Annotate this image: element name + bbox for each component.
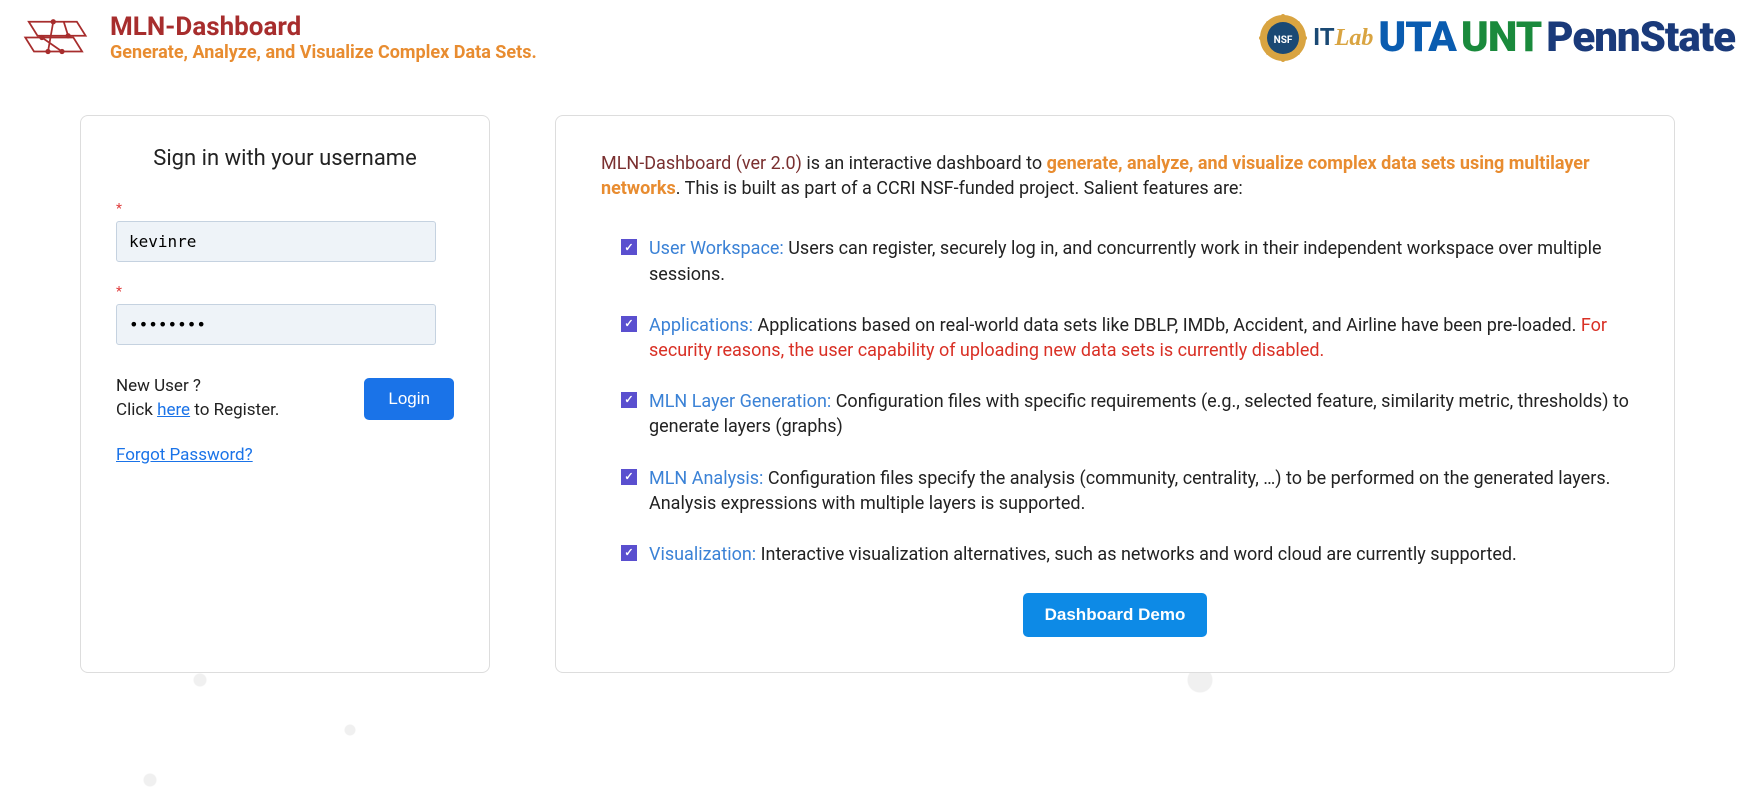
- password-required-star: *: [116, 284, 454, 300]
- password-input[interactable]: [116, 304, 436, 345]
- register-link[interactable]: here: [157, 400, 190, 420]
- feature-item: Visualization: Interactive visualization…: [621, 542, 1629, 567]
- header-title-block: MLN-Dashboard Generate, Analyze, and Vis…: [110, 12, 537, 63]
- unt-logo: UNT: [1461, 13, 1541, 62]
- feature-item: Applications: Applications based on real…: [621, 313, 1629, 363]
- check-icon: [621, 545, 637, 561]
- feature-item: User Workspace: Users can register, secu…: [621, 236, 1629, 286]
- check-icon: [621, 469, 637, 485]
- demo-button-wrap: Dashboard Demo: [601, 593, 1629, 637]
- pennstate-logo: PennState: [1546, 13, 1735, 62]
- dashboard-demo-button[interactable]: Dashboard Demo: [1023, 593, 1208, 637]
- login-button[interactable]: Login: [364, 378, 454, 420]
- main-content: Sign in with your username * * New User …: [0, 75, 1755, 673]
- check-icon: [621, 316, 637, 332]
- intro-paragraph: MLN-Dashboard (ver 2.0) is an interactiv…: [601, 151, 1629, 201]
- feature-item: MLN Layer Generation: Configuration file…: [621, 389, 1629, 439]
- login-card: Sign in with your username * * New User …: [80, 115, 490, 673]
- forgot-password-link[interactable]: Forgot Password?: [116, 445, 253, 465]
- uta-logo: UTA: [1378, 13, 1456, 62]
- feature-list: User Workspace: Users can register, secu…: [601, 236, 1629, 567]
- header-left: MLN-Dashboard Generate, Analyze, and Vis…: [20, 10, 537, 65]
- feature-item: MLN Analysis: Configuration files specif…: [621, 466, 1629, 516]
- info-card: MLN-Dashboard (ver 2.0) is an interactiv…: [555, 115, 1675, 673]
- itlab-logo: ITLab: [1313, 23, 1373, 52]
- svg-text:NSF: NSF: [1274, 35, 1293, 46]
- check-icon: [621, 392, 637, 408]
- header-logos: NSF ITLab UTA UNT PennState: [1258, 13, 1735, 63]
- new-user-text: New User ? Click here to Register.: [116, 375, 279, 423]
- mln-logo-icon: [20, 10, 90, 65]
- app-subtitle: Generate, Analyze, and Visualize Complex…: [110, 42, 537, 63]
- login-title: Sign in with your username: [116, 146, 454, 171]
- app-title: MLN-Dashboard: [110, 12, 537, 42]
- check-icon: [621, 239, 637, 255]
- username-required-star: *: [116, 201, 454, 217]
- username-input[interactable]: [116, 221, 436, 262]
- nsf-badge-icon: NSF: [1258, 13, 1308, 63]
- header: MLN-Dashboard Generate, Analyze, and Vis…: [0, 0, 1755, 75]
- login-bottom-row: New User ? Click here to Register. Login: [116, 375, 454, 423]
